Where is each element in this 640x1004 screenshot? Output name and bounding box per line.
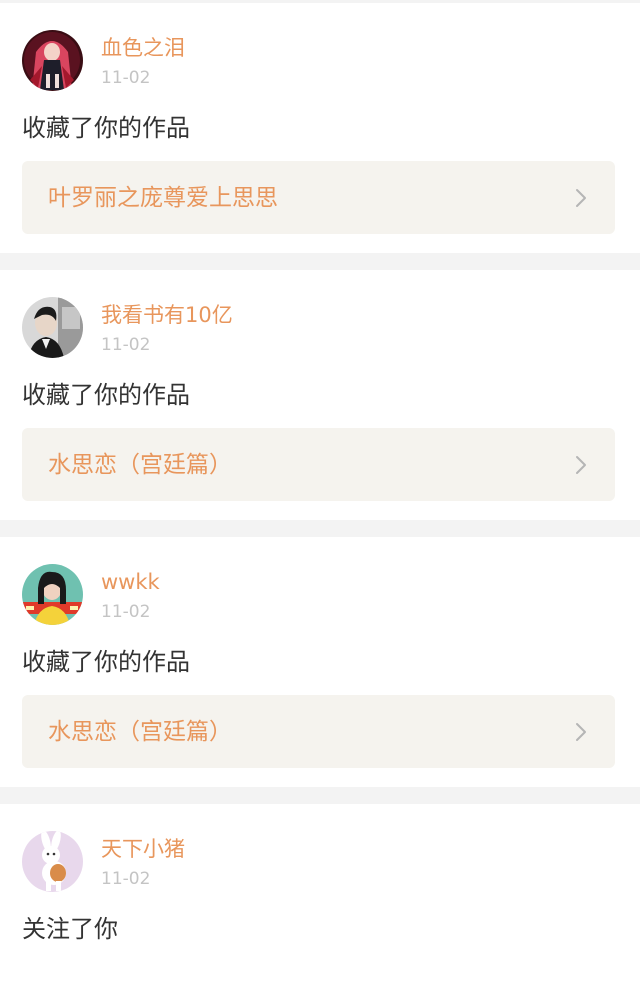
- feed-item: 天下小猪 11-02 关注了你: [0, 804, 640, 1004]
- timestamp: 11-02: [101, 602, 151, 622]
- action-text: 收藏了你的作品: [22, 648, 190, 676]
- action-text: 关注了你: [22, 915, 118, 943]
- avatar-man-photo-icon: [22, 297, 83, 358]
- avatar-rabbit-cartoon-icon: [22, 831, 83, 892]
- action-text: 收藏了你的作品: [22, 381, 190, 409]
- work-link[interactable]: 水思恋（宫廷篇）: [22, 428, 615, 501]
- work-title: 叶罗丽之庞尊爱上思思: [48, 185, 278, 211]
- chevron-right-icon: [576, 456, 586, 474]
- user-avatar[interactable]: [22, 30, 83, 91]
- feed-item: 血色之泪 11-02 收藏了你的作品 叶罗丽之庞尊爱上思思: [0, 3, 640, 253]
- user-avatar[interactable]: [22, 564, 83, 625]
- username[interactable]: 我看书有10亿: [101, 301, 233, 329]
- avatar-anime-girl-red-icon: [22, 30, 83, 91]
- work-link[interactable]: 叶罗丽之庞尊爱上思思: [22, 161, 615, 234]
- username[interactable]: 血色之泪: [101, 34, 185, 62]
- activity-feed: 血色之泪 11-02 收藏了你的作品 叶罗丽之庞尊爱上思思 我看书有10亿 11…: [0, 0, 640, 1004]
- timestamp: 11-02: [101, 68, 151, 88]
- chevron-right-icon: [576, 189, 586, 207]
- work-title: 水思恋（宫廷篇）: [48, 452, 232, 478]
- timestamp: 11-02: [101, 335, 151, 355]
- feed-item: 我看书有10亿 11-02 收藏了你的作品 水思恋（宫廷篇）: [0, 270, 640, 520]
- action-text: 收藏了你的作品: [22, 114, 190, 142]
- timestamp: 11-02: [101, 869, 151, 889]
- user-avatar[interactable]: [22, 297, 83, 358]
- feed-item: wwkk 11-02 收藏了你的作品 水思恋（宫廷篇）: [0, 537, 640, 787]
- username[interactable]: wwkk: [101, 568, 160, 596]
- user-avatar[interactable]: [22, 831, 83, 892]
- username[interactable]: 天下小猪: [101, 835, 185, 863]
- avatar-girl-photo-icon: [22, 564, 83, 625]
- work-title: 水思恋（宫廷篇）: [48, 719, 232, 745]
- chevron-right-icon: [576, 723, 586, 741]
- work-link[interactable]: 水思恋（宫廷篇）: [22, 695, 615, 768]
